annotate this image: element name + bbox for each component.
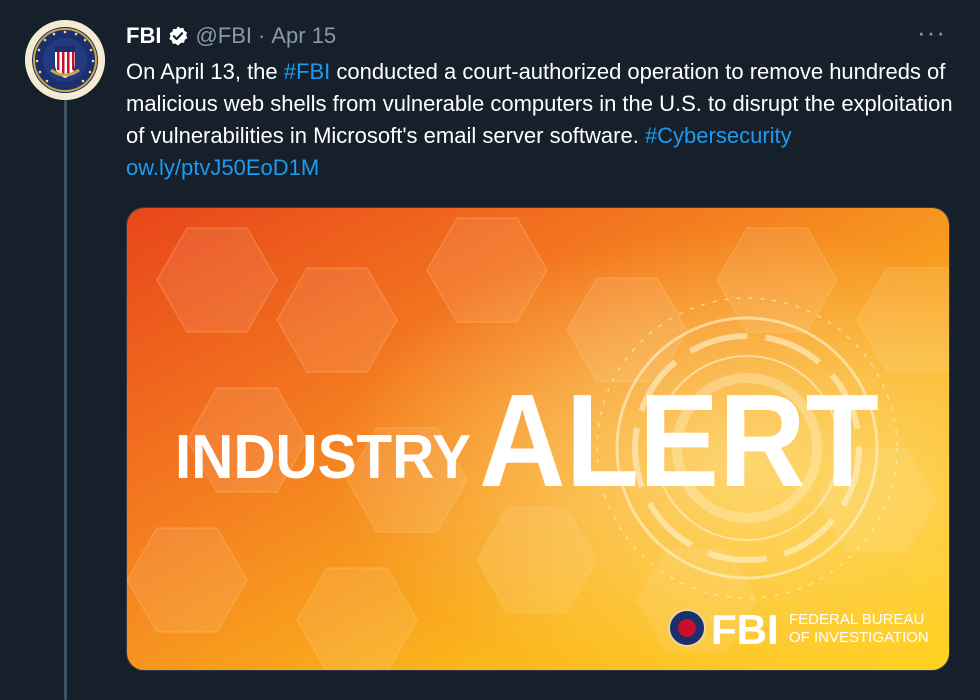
footer-line2: OF INVESTIGATION — [789, 629, 929, 646]
headline-industry: INDUSTRY — [175, 423, 471, 492]
industry-alert-graphic: INDUSTRY ALERT FBI FEDERAL BUREAU OF INV… — [127, 208, 949, 670]
hashtag-cybersecurity-link[interactable]: #Cybersecurity — [645, 123, 792, 148]
hashtag-fbi-link[interactable]: #FBI — [284, 59, 330, 84]
handle[interactable]: @FBI — [195, 23, 252, 49]
footer-fbi-text: FBI — [711, 606, 779, 653]
tweet-date[interactable]: Apr 15 — [271, 23, 336, 49]
headline-alert: ALERT — [479, 367, 879, 514]
tweet-header: FBI @FBI · Apr 15 — [126, 20, 336, 52]
thread-line — [64, 100, 67, 700]
url-link[interactable]: ow.ly/ptvJ50EoD1M — [126, 155, 319, 180]
verified-badge-icon — [169, 26, 188, 46]
fbi-seal-icon — [25, 20, 105, 100]
display-name[interactable]: FBI — [126, 23, 161, 49]
tweet-media-image[interactable]: INDUSTRY ALERT FBI FEDERAL BUREAU OF INV… — [126, 207, 950, 671]
separator-dot: · — [258, 23, 266, 48]
tweet-text: On April 13, the #FBI conducted a court-… — [126, 56, 956, 184]
footer-line1: FEDERAL BUREAU — [789, 611, 924, 628]
more-options-icon[interactable]: ··· — [917, 19, 946, 45]
tweet-text-part: On April 13, the — [126, 59, 284, 84]
avatar[interactable] — [25, 20, 105, 100]
